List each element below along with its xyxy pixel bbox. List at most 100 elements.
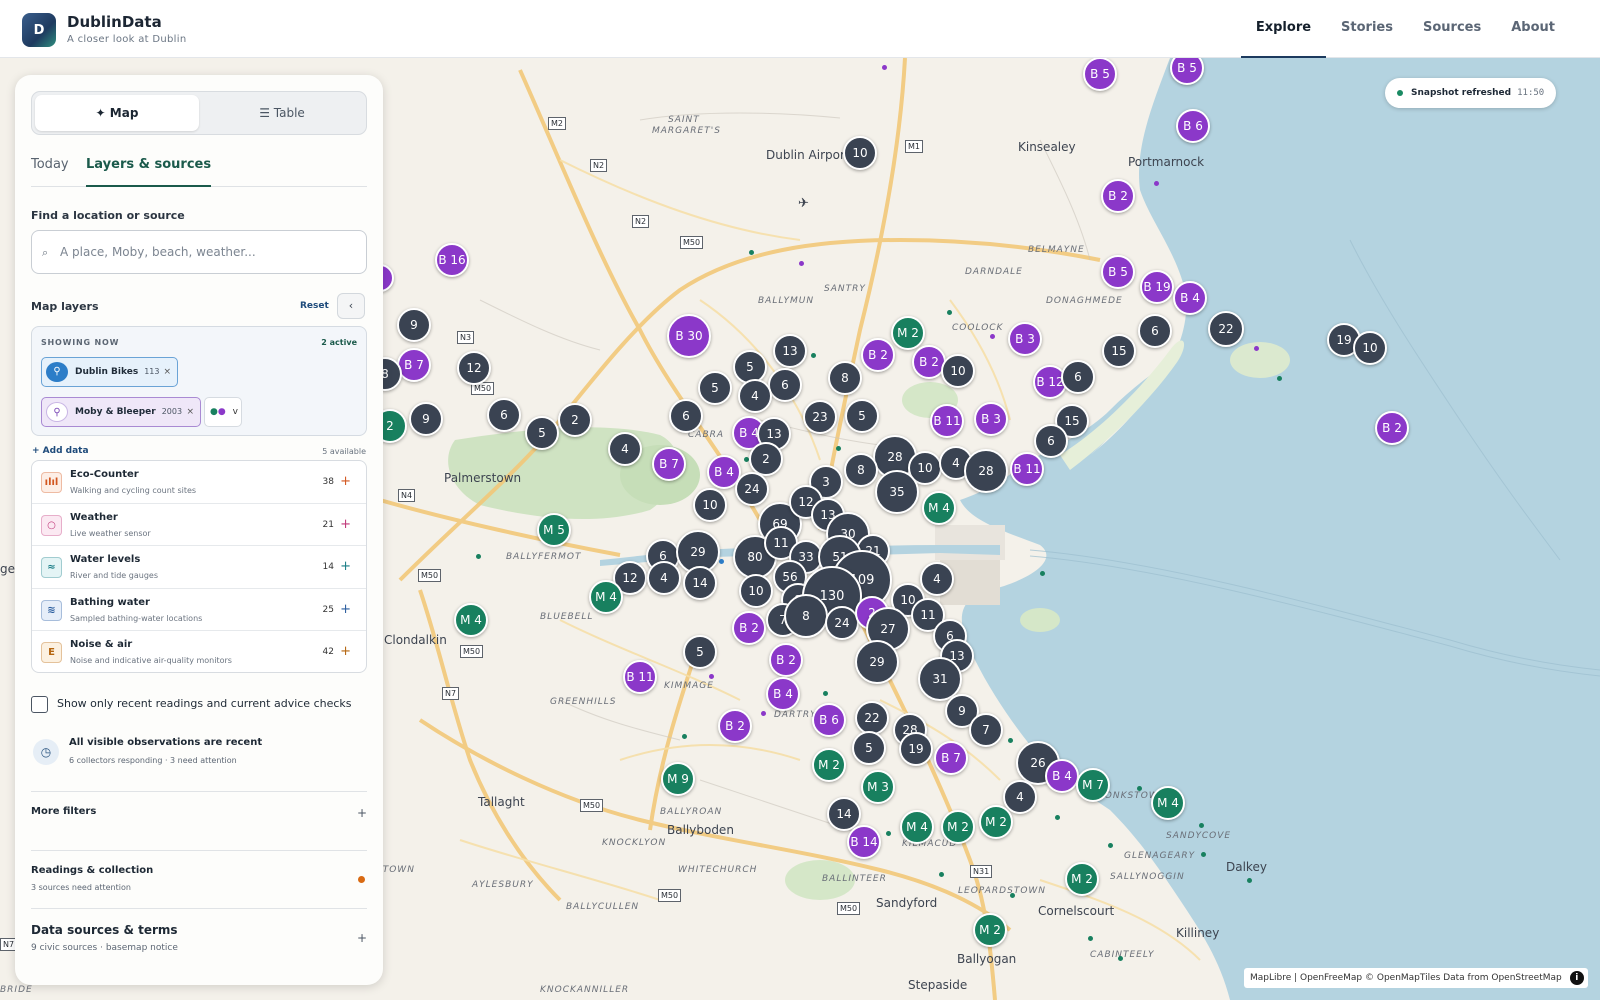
recent-only-checkbox[interactable]	[31, 696, 48, 713]
point-dot[interactable]	[823, 691, 828, 696]
bike-station-marker[interactable]: B 11	[623, 660, 657, 694]
cluster-marker[interactable]: 6	[1061, 360, 1095, 394]
point-dot[interactable]	[749, 250, 754, 255]
moby-marker[interactable]: M 2	[979, 805, 1013, 839]
cluster-marker[interactable]: 19	[899, 732, 933, 766]
moby-marker[interactable]: M 5	[537, 513, 571, 547]
moby-marker[interactable]: M 2	[812, 748, 846, 782]
plus-icon[interactable]: +	[357, 931, 367, 945]
cluster-marker[interactable]: 8	[844, 453, 878, 487]
point-dot[interactable]	[939, 872, 944, 877]
app-logo[interactable]: D	[22, 13, 56, 47]
readings-section[interactable]: Readings & collection 3 sources need att…	[31, 850, 367, 906]
cluster-marker[interactable]: 4	[1003, 780, 1037, 814]
nav-stories[interactable]: Stories	[1326, 0, 1408, 58]
remove-layer-icon[interactable]: ×	[163, 358, 171, 386]
point-dot[interactable]	[1108, 843, 1113, 848]
bike-station-marker[interactable]: B 5	[1083, 58, 1117, 91]
layer-chip-dublin-bikes[interactable]: ⚲ Dublin Bikes 113 ×	[41, 357, 178, 387]
moby-marker[interactable]: M 4	[589, 580, 623, 614]
recent-only-label[interactable]: Show only recent readings and current ad…	[57, 697, 352, 710]
point-dot[interactable]	[709, 674, 714, 679]
point-dot[interactable]	[990, 334, 995, 339]
cluster-marker[interactable]: 35	[875, 470, 919, 514]
point-dot[interactable]	[1040, 571, 1045, 576]
point-dot[interactable]	[761, 711, 766, 716]
app-title[interactable]: DublinData	[67, 13, 162, 31]
cluster-marker[interactable]: 2	[558, 403, 592, 437]
point-dot[interactable]	[1055, 815, 1060, 820]
cluster-marker[interactable]: 10	[739, 574, 773, 608]
moby-marker[interactable]: M 4	[900, 810, 934, 844]
point-dot[interactable]	[1154, 181, 1159, 186]
moby-marker[interactable]: M 2	[891, 316, 925, 350]
moby-marker[interactable]: M 9	[661, 762, 695, 796]
moby-marker[interactable]: M 3	[861, 770, 895, 804]
more-layers-dropdown[interactable]: ●● v	[204, 397, 242, 427]
bike-station-marker[interactable]: B 4	[766, 677, 800, 711]
more-filters-section[interactable]: More filters +	[31, 791, 367, 833]
point-dot[interactable]	[682, 734, 687, 739]
nav-sources[interactable]: Sources	[1408, 0, 1496, 58]
data-source-row[interactable]: E Noise & air Noise and indicative air-qua…	[32, 631, 366, 672]
data-source-row[interactable]: ≈ Water levels River and tide gauges 14 +	[32, 546, 366, 589]
map-view-button[interactable]: ✦ Map	[35, 95, 199, 131]
cluster-marker[interactable]: 23	[803, 400, 837, 434]
cluster-marker[interactable]: 4	[608, 432, 642, 466]
bike-station-marker[interactable]: B 6	[812, 703, 846, 737]
cluster-marker[interactable]: 24	[735, 472, 769, 506]
plus-icon[interactable]: +	[357, 806, 367, 820]
bike-station-marker[interactable]: B 7	[397, 348, 431, 382]
add-source-icon[interactable]: +	[340, 559, 351, 574]
cluster-marker[interactable]: 6	[487, 398, 521, 432]
point-dot[interactable]	[1137, 786, 1142, 791]
cluster-marker[interactable]: 4	[738, 379, 772, 413]
data-source-row[interactable]: ≋ Bathing water Sampled bathing-water loca…	[32, 589, 366, 632]
point-dot[interactable]	[886, 831, 891, 836]
bike-station-marker[interactable]: B 4	[1045, 759, 1079, 793]
cluster-marker[interactable]: 9	[409, 402, 443, 436]
cluster-marker[interactable]: 8	[784, 594, 828, 638]
tab-layers-sources[interactable]: Layers & sources	[86, 153, 212, 187]
cluster-marker[interactable]: 22	[1208, 311, 1244, 347]
moby-marker[interactable]: M 2	[941, 810, 975, 844]
cluster-marker[interactable]: 13	[773, 334, 807, 368]
bike-station-marker[interactable]: B 2	[861, 338, 895, 372]
point-dot[interactable]	[476, 554, 481, 559]
cluster-marker[interactable]: 5	[683, 635, 717, 669]
data-sources-terms-section[interactable]: Data sources & terms 9 civic sources · b…	[31, 908, 367, 978]
moby-marker[interactable]: M 2	[1065, 862, 1099, 896]
remove-layer-icon[interactable]: ×	[186, 398, 194, 426]
cluster-marker[interactable]: 22	[855, 701, 889, 735]
info-icon[interactable]: i	[1569, 971, 1584, 985]
layer-chip-moby-bleeper[interactable]: ⚲ Moby & Bleeper 2003 ×	[41, 397, 201, 427]
cluster-marker[interactable]: 4	[920, 562, 954, 596]
bike-station-marker[interactable]: B 6	[1176, 109, 1210, 143]
point-dot[interactable]	[836, 446, 841, 451]
cluster-marker[interactable]: 10	[1353, 331, 1387, 365]
reset-button[interactable]: Reset	[300, 301, 329, 311]
bike-station-marker[interactable]: B 7	[934, 741, 968, 775]
cluster-marker[interactable]: 6	[1138, 314, 1172, 348]
cluster-marker[interactable]: 6	[768, 368, 802, 402]
bike-station-marker[interactable]: B 3	[974, 402, 1008, 436]
cluster-marker[interactable]: 4	[647, 561, 681, 595]
point-dot[interactable]	[1118, 956, 1123, 961]
bike-station-marker[interactable]: B 11	[1010, 452, 1044, 486]
cluster-marker[interactable]: 5	[852, 731, 886, 765]
bike-station-marker[interactable]: B 14	[847, 825, 881, 859]
cluster-marker[interactable]: 10	[843, 136, 877, 170]
cluster-marker[interactable]: 10	[693, 488, 727, 522]
bike-station-marker[interactable]: B 5	[1101, 255, 1135, 289]
moby-marker[interactable]: M 4	[454, 603, 488, 637]
bike-station-marker[interactable]: B 7	[652, 447, 686, 481]
point-dot[interactable]	[947, 310, 952, 315]
cluster-marker[interactable]: 6	[669, 399, 703, 433]
cluster-marker[interactable]: 9	[397, 308, 431, 342]
cluster-marker[interactable]: 7	[969, 713, 1003, 747]
attribution-text[interactable]: MapLibre | OpenFreeMap © OpenMapTiles Da…	[1250, 973, 1562, 983]
bike-station-marker[interactable]: B 3	[1008, 322, 1042, 356]
bike-station-marker[interactable]: B 30	[667, 314, 711, 358]
cluster-marker[interactable]: 8	[828, 361, 862, 395]
point-dot[interactable]	[1277, 376, 1282, 381]
